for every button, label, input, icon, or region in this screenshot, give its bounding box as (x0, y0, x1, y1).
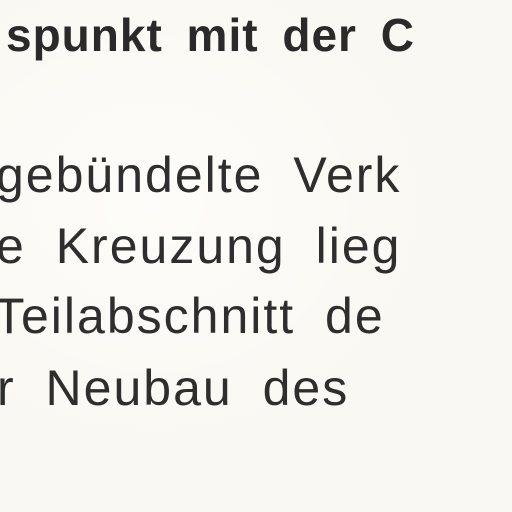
paragraph-line-4: r Neubau des (0, 360, 350, 416)
document-page: spunkt mit der C gebündelte Verk e Kreuz… (0, 0, 512, 512)
paragraph-line-1: gebündelte Verk (0, 147, 402, 203)
section-heading: spunkt mit der C (6, 9, 415, 61)
paragraph-line-2: e Kreuzung lieg (0, 218, 402, 274)
paragraph-line-3: Teilabschnitt de (0, 288, 385, 344)
